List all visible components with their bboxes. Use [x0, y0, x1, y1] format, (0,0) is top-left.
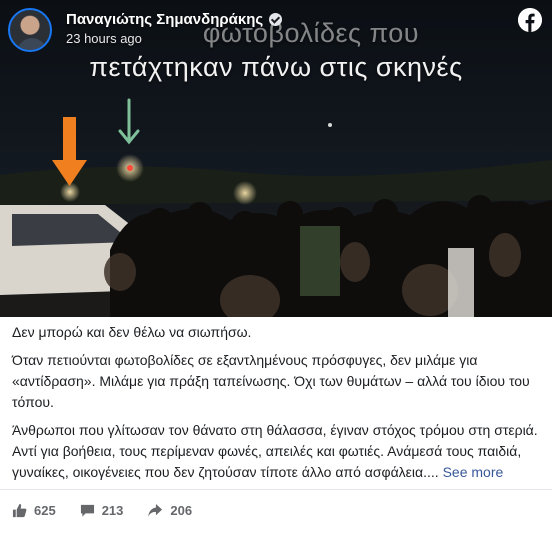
comments-stat[interactable]: 213 [80, 503, 124, 518]
author-name-row: Παναγιώτης Σημανδηράκης [66, 11, 283, 28]
comment-bubble-icon [80, 504, 94, 517]
likes-count: 625 [34, 503, 56, 518]
share-arrow-icon [148, 503, 163, 517]
avatar[interactable] [8, 8, 52, 52]
verified-badge-icon [269, 13, 283, 26]
stats-divider [0, 489, 552, 490]
post-meta: Παναγιώτης Σημανδηράκης 23 hours ago [66, 11, 283, 46]
engagement-stats: 625 213 206 [12, 503, 216, 518]
facebook-f-glyph [518, 8, 542, 32]
shares-count: 206 [170, 503, 193, 518]
post-header: Παναγιώτης Σημανδηράκης 23 hours ago [8, 8, 283, 58]
shares-stat[interactable]: 206 [147, 503, 192, 518]
likes-stat[interactable]: 625 [12, 503, 56, 518]
facebook-logo-icon[interactable] [518, 8, 542, 32]
comments-count: 213 [101, 503, 124, 518]
see-more-link[interactable]: See more [443, 464, 504, 480]
post-timestamp[interactable]: 23 hours ago [66, 31, 282, 46]
post-paragraph: Όταν πετιούνται φωτοβολίδες σε εξαντλημέ… [12, 352, 530, 410]
thumbs-up-icon [12, 503, 27, 518]
post-body: Δεν μπορώ και δεν θέλω να σιωπήσω. Όταν … [12, 322, 542, 490]
author-name[interactable]: Παναγιώτης Σημανδηράκης [66, 11, 263, 28]
post-paragraph: Άνθρωποι που γλίτωσαν τον θάνατο στη θάλ… [12, 420, 542, 483]
post-paragraph: Δεν μπορώ και δεν θέλω να σιωπήσω. [12, 324, 252, 340]
